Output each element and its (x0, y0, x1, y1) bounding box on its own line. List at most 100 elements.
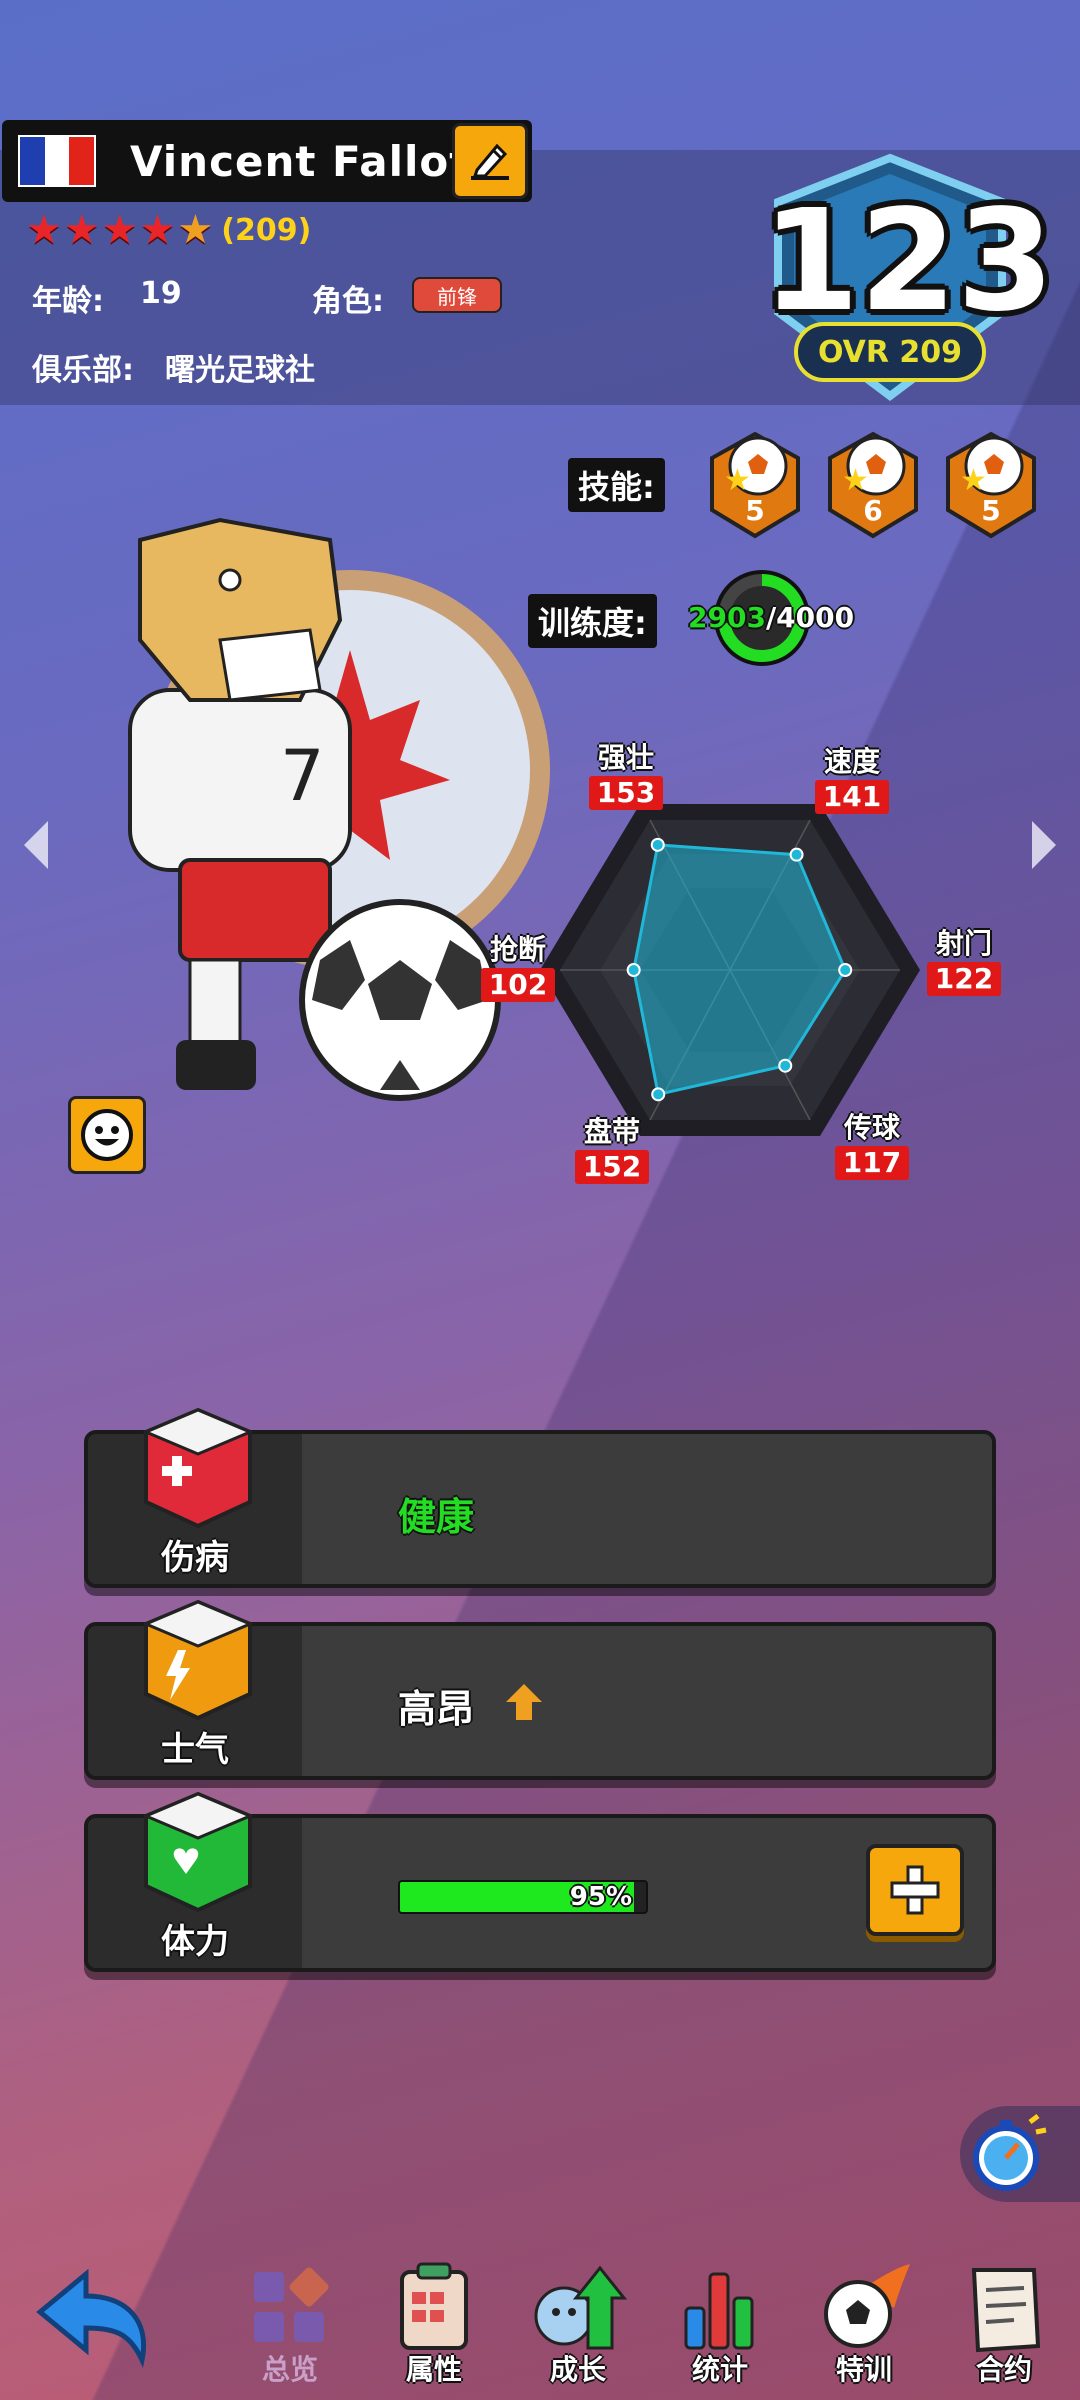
skill-level: 5 (981, 494, 1001, 527)
medical-cube-icon (142, 1407, 254, 1529)
club-value: 曙光足球社 (165, 353, 315, 388)
heart-cube-icon (142, 1791, 254, 1913)
stat-value: 141 (814, 780, 890, 814)
injury-status-header: 伤病 (88, 1407, 302, 1584)
stat-name: 传球 (843, 1111, 900, 1144)
stat-name: 强壮 (597, 741, 654, 774)
half-star-icon: ★ (177, 207, 214, 253)
stat-value: 152 (574, 1150, 650, 1184)
svg-text:★: ★ (842, 463, 869, 498)
morale-status-header: 士气 (88, 1599, 302, 1776)
nav-label: 总览 (261, 2353, 318, 2386)
radar-point-2 (838, 963, 853, 977)
stat-value: 117 (834, 1146, 910, 1180)
stat-passing: 传球 117 (822, 1106, 922, 1180)
attribute-radar-chart (540, 804, 920, 1136)
stat-name: 速度 (823, 745, 880, 778)
stat-tackling: 抢断 102 (468, 928, 568, 1002)
stamina-status-row: 体力 95% (84, 1791, 996, 1972)
up-arrow-icon (506, 1684, 542, 1720)
player-name: Vincent Fallot (130, 136, 471, 186)
overall-rating-badge: 123 OVR 209 (762, 152, 1055, 402)
stat-name: 抢断 (489, 933, 546, 966)
age-value: 19 (140, 276, 182, 311)
stamina-status-header: 体力 (88, 1791, 302, 1968)
skill-level: 5 (745, 494, 765, 527)
morale-status-row: 士气 高昂 (84, 1599, 996, 1780)
stat-name: 射门 (935, 927, 992, 960)
stamina-bar: 95% (398, 1880, 648, 1914)
clipboard-icon (400, 2262, 468, 2350)
pencil-icon (471, 143, 509, 180)
training-max: /4000 (765, 601, 855, 634)
svg-text:7: 7 (280, 735, 325, 817)
stopwatch-icon (973, 2114, 1047, 2191)
smiley-icon (81, 1109, 133, 1161)
nav-label: 成长 (549, 2353, 606, 2386)
star-icon: ★ (26, 207, 62, 253)
nav-growth[interactable]: 成长 (518, 2258, 638, 2388)
skill-badge-2[interactable]: ★ 6 (824, 430, 922, 540)
timer-button[interactable] (960, 2106, 1080, 2202)
player-stars: ★ ★ ★ ★ ★ (209) (26, 210, 311, 250)
bar-chart-icon (684, 2272, 754, 2350)
overview-grid-icon (254, 2267, 329, 2342)
radar-point-4 (651, 1087, 666, 1102)
radar-point-0 (650, 837, 665, 852)
star-count: (209) (221, 212, 312, 248)
nav-overview[interactable]: 总览 (230, 2258, 350, 2388)
restore-stamina-button[interactable] (866, 1844, 964, 1936)
edit-name-button[interactable] (452, 123, 528, 199)
radar-point-3 (778, 1058, 793, 1073)
player-name-bar: Vincent Fallot (2, 120, 532, 202)
france-flag-icon (18, 135, 96, 187)
nav-label: 属性 (405, 2353, 462, 2386)
emote-button[interactable] (68, 1096, 146, 1174)
star-icon: ★ (139, 207, 176, 253)
nav-special-training[interactable]: 特训 (804, 2258, 924, 2388)
stat-shooting: 射门 122 (914, 922, 1014, 996)
fire-ball-icon (824, 2264, 910, 2348)
nav-statistics[interactable]: 统计 (660, 2258, 780, 2388)
rating-number: 123 (762, 180, 1055, 343)
svg-text:★: ★ (724, 463, 751, 498)
nav-label: 特训 (835, 2353, 892, 2386)
stat-speed: 速度 141 (802, 740, 902, 814)
contract-scroll-icon (971, 2268, 1041, 2353)
radar-point-5 (626, 963, 641, 977)
training-readout: 2903/4000 (688, 601, 854, 634)
age-label: 年龄: (32, 284, 104, 319)
next-player-arrow-icon[interactable] (1024, 815, 1064, 875)
stat-value: 122 (926, 962, 1002, 996)
status-title: 伤病 (161, 1538, 229, 1578)
status-title: 体力 (161, 1922, 229, 1962)
growth-arrow-icon (534, 2265, 628, 2350)
nav-contract[interactable]: 合约 (944, 2258, 1064, 2388)
nav-attributes[interactable]: 属性 (374, 2258, 494, 2388)
stat-value: 153 (588, 776, 664, 810)
ovr-pill: OVR 209 (794, 322, 986, 382)
skill-level: 6 (863, 494, 883, 527)
stat-value: 102 (480, 968, 556, 1002)
skill-badge-1[interactable]: ★ 5 (706, 430, 804, 540)
morale-status-value: 高昂 (398, 1687, 475, 1731)
previous-player-arrow-icon[interactable] (16, 815, 56, 875)
stat-strength: 强壮 153 (576, 736, 676, 810)
svg-text:★: ★ (960, 463, 987, 498)
stat-dribbling: 盘带 152 (562, 1110, 662, 1184)
status-title: 士气 (161, 1730, 229, 1770)
star-icon: ★ (101, 207, 138, 253)
skill-badge-3[interactable]: ★ 5 (942, 430, 1040, 540)
plus-icon (890, 1865, 940, 1915)
injury-status-value: 健康 (398, 1495, 475, 1539)
lightning-cube-icon (142, 1599, 254, 1721)
back-arrow-icon[interactable] (30, 2262, 160, 2372)
role-badge: 前锋 (412, 277, 502, 313)
role-label: 角色: (312, 284, 384, 319)
star-icon: ★ (63, 207, 100, 253)
club-label: 俱乐部: (32, 353, 134, 388)
radar-point-1 (789, 847, 804, 862)
stat-name: 盘带 (583, 1115, 640, 1148)
nav-label: 统计 (691, 2353, 748, 2386)
stamina-value: 95% (569, 1882, 632, 1912)
